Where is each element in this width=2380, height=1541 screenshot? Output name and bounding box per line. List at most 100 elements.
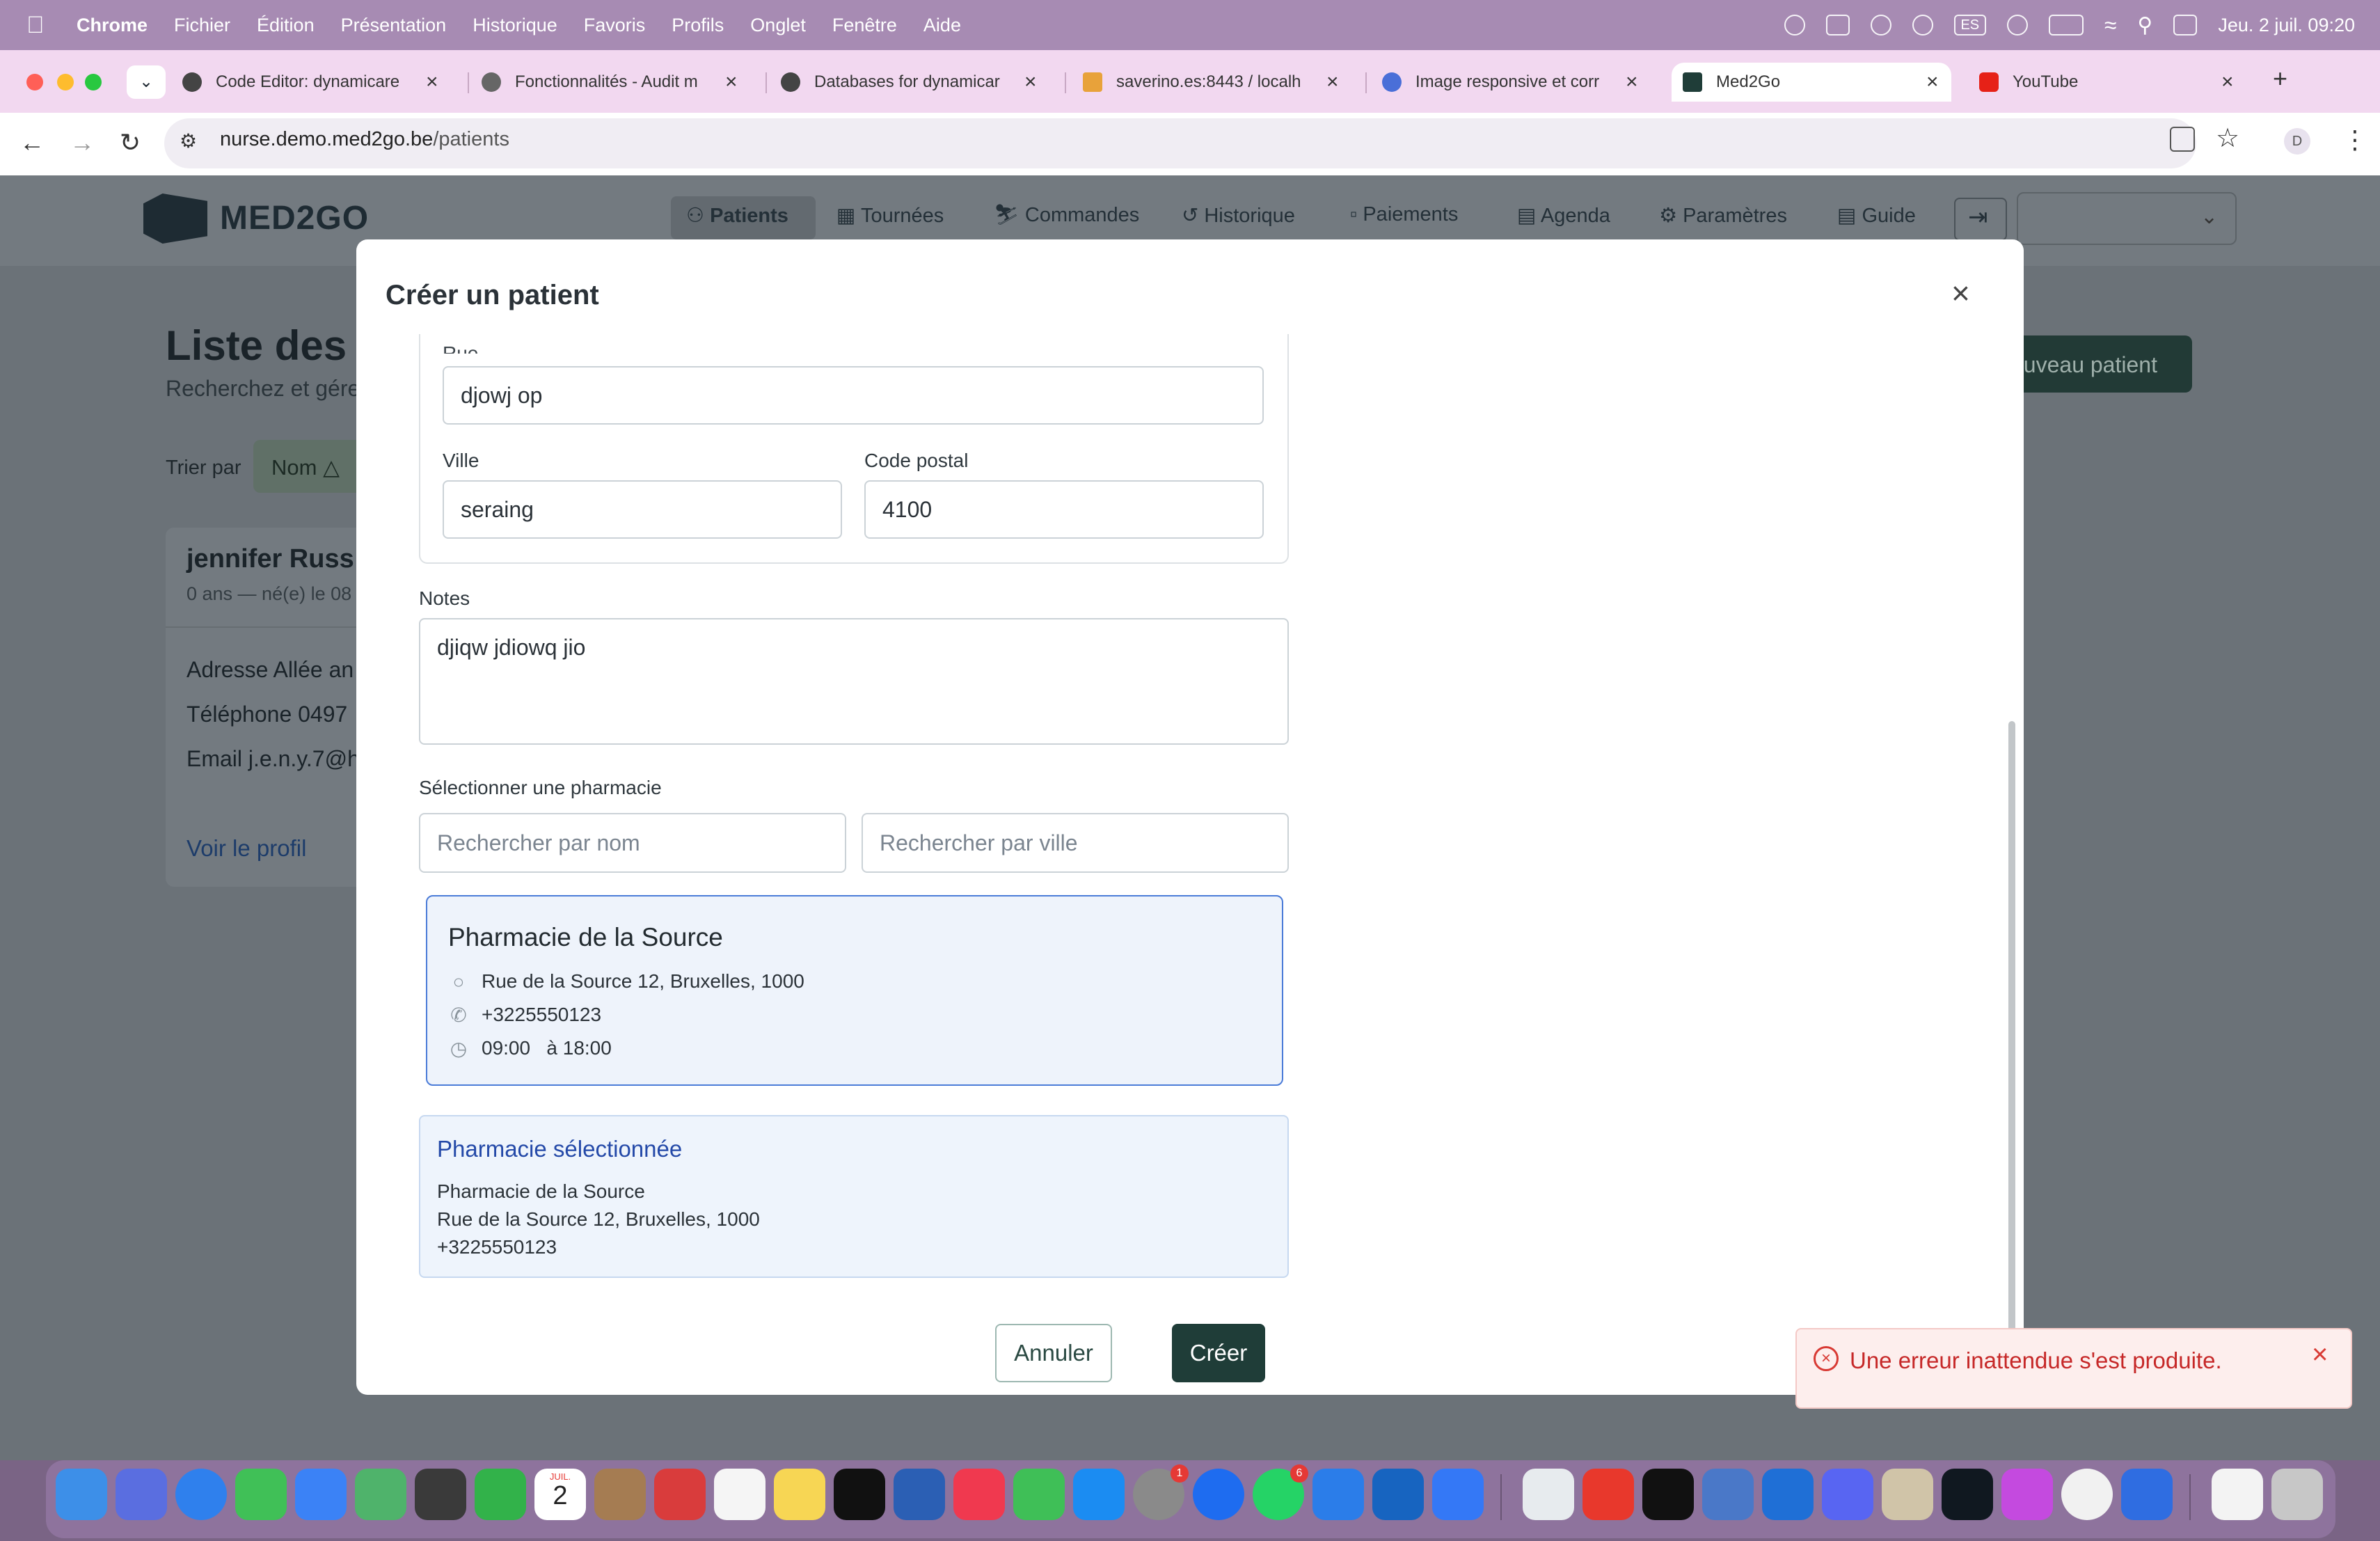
menu-app-name[interactable]: Chrome [77,15,148,36]
nav-paiements[interactable]: ▫ Paiements [1350,203,1458,226]
menu-profils[interactable]: Profils [672,15,724,36]
search-icon[interactable]: ⚲ [2137,13,2152,38]
modal-scrollbar[interactable] [2008,721,2015,1375]
tab-fonctionnalites[interactable]: Fonctionnalités - Audit m × [482,63,760,102]
nav-tournees[interactable]: ▦ Tournées [836,203,944,228]
apple-tv-icon[interactable] [834,1469,885,1520]
close-icon[interactable]: × [1951,277,1970,309]
nav-historique[interactable]: ↺ Historique [1182,203,1295,228]
rue-input[interactable] [443,366,1264,425]
pharmacy-name-search[interactable] [419,813,846,873]
tab-close-icon[interactable]: × [426,70,438,94]
close-window-button[interactable] [26,74,43,90]
toast-close-icon[interactable]: × [2312,1341,2328,1368]
cancel-button[interactable]: Annuler [995,1324,1112,1382]
discord-icon[interactable] [1822,1469,1873,1520]
wifi-icon[interactable]: ≈ [2104,13,2117,38]
calculator-icon[interactable] [415,1469,466,1520]
tab-med2go[interactable]: Med2Go × [1672,63,1951,102]
safari-icon[interactable] [175,1469,227,1520]
finder-icon[interactable] [56,1469,107,1520]
tab-close-icon[interactable]: × [1024,70,1037,94]
app-store-icon[interactable] [1073,1469,1125,1520]
input-source-icon[interactable]: ES [1953,15,1986,35]
status-office-icon[interactable] [1825,15,1850,35]
logout-button[interactable]: ⇥ [1954,198,2007,241]
nav-commandes[interactable]: ⛷ Commandes [994,203,1139,227]
bookmark-star-icon[interactable]: ☆ [2216,123,2239,154]
tab-code-editor[interactable]: Code Editor: dynamicare × [182,63,461,102]
maps-icon[interactable] [355,1469,406,1520]
preview-icon[interactable] [1523,1469,1574,1520]
nav-parametres[interactable]: ⚙ Paramètres [1659,203,1787,228]
back-icon[interactable]: ← [19,128,45,157]
code-postal-input[interactable] [864,480,1264,539]
trash-icon[interactable] [2271,1469,2323,1520]
tab-phpmyadmin[interactable]: saverino.es:8443 / localh × [1083,63,1361,102]
site-info-icon[interactable]: ⚙ [180,129,197,152]
xcode-icon[interactable] [1702,1469,1754,1520]
messenger-icon[interactable] [1193,1469,1244,1520]
profile-avatar[interactable]: D [2284,128,2310,155]
app-logo[interactable]: MED2GO [220,199,369,237]
sort-button[interactable]: Nom △ [253,440,365,493]
menu-edition[interactable]: Édition [257,15,315,36]
calendar-app-icon[interactable]: JUIL. 2 [534,1469,586,1520]
play-icon[interactable] [1912,15,1933,35]
minimize-window-button[interactable] [57,74,74,90]
menu-favoris[interactable]: Favoris [584,15,646,36]
control-center-icon[interactable] [2173,15,2198,35]
tab-close-icon[interactable]: × [1626,70,1638,94]
launchpad-icon[interactable] [116,1469,167,1520]
menu-fenetre[interactable]: Fenêtre [832,15,897,36]
copilot-icon[interactable] [2121,1469,2173,1520]
tab-databases[interactable]: Databases for dynamicar × [781,63,1059,102]
battery-icon[interactable] [2048,15,2084,35]
pixelmator-icon[interactable] [1882,1469,1933,1520]
tab-close-icon[interactable]: × [725,70,738,94]
nav-patients[interactable]: ⚇ Patients [686,203,788,228]
menu-fichier[interactable]: Fichier [174,15,230,36]
testflight-icon[interactable] [1762,1469,1814,1520]
menu-presentation[interactable]: Présentation [341,15,447,36]
messenger-blue-icon[interactable] [1312,1469,1364,1520]
numbers-icon[interactable] [1013,1469,1065,1520]
user-icon[interactable] [2006,15,2028,35]
notes-textarea[interactable]: djiqw jdiowq jio [419,618,1289,745]
mail-icon[interactable] [295,1469,347,1520]
cloud-icon[interactable] [1870,15,1891,35]
messages-icon[interactable] [235,1469,287,1520]
tab-close-icon[interactable]: × [1326,70,1339,94]
document-icon[interactable] [2212,1469,2263,1520]
contacts-icon[interactable] [594,1469,646,1520]
roblox-icon[interactable] [1432,1469,1484,1520]
url-text[interactable]: nurse.demo.med2go.be/patients [220,128,509,151]
nav-agenda[interactable]: ▤ Agenda [1517,203,1610,228]
translate-icon[interactable] [2170,127,2195,152]
user-select[interactable]: ⌄ [2017,192,2237,245]
view-profile-link[interactable]: Voir le profil [187,835,306,862]
chrome-icon[interactable] [2061,1469,2113,1520]
nav-guide[interactable]: ▤ Guide [1837,203,1916,228]
reload-icon[interactable]: ↻ [120,128,141,157]
wps-icon[interactable] [1582,1469,1634,1520]
facetime-icon[interactable] [475,1469,526,1520]
ville-input[interactable] [443,480,842,539]
word-icon[interactable] [894,1469,945,1520]
tab-image-responsive[interactable]: Image responsive et corr × [1382,63,1660,102]
figma-icon[interactable] [2001,1469,2053,1520]
menu-onglet[interactable]: Onglet [750,15,806,36]
terminal-icon[interactable] [1642,1469,1694,1520]
menu-aide[interactable]: Aide [923,15,961,36]
menubar-clock[interactable]: Jeu. 2 juil. 09:20 [2218,15,2355,36]
reminders-icon[interactable] [714,1469,765,1520]
chrome-menu-icon[interactable]: ⋮ [2342,125,2367,155]
pharmacy-city-search[interactable] [862,813,1289,873]
notes-app-icon[interactable] [774,1469,825,1520]
music-icon[interactable] [953,1469,1005,1520]
menu-historique[interactable]: Historique [473,15,557,36]
activity-monitor-icon[interactable] [1942,1469,1993,1520]
zoom-window-button[interactable] [85,74,102,90]
tab-close-icon[interactable]: × [2221,70,2234,94]
forward-icon[interactable]: → [70,128,95,157]
